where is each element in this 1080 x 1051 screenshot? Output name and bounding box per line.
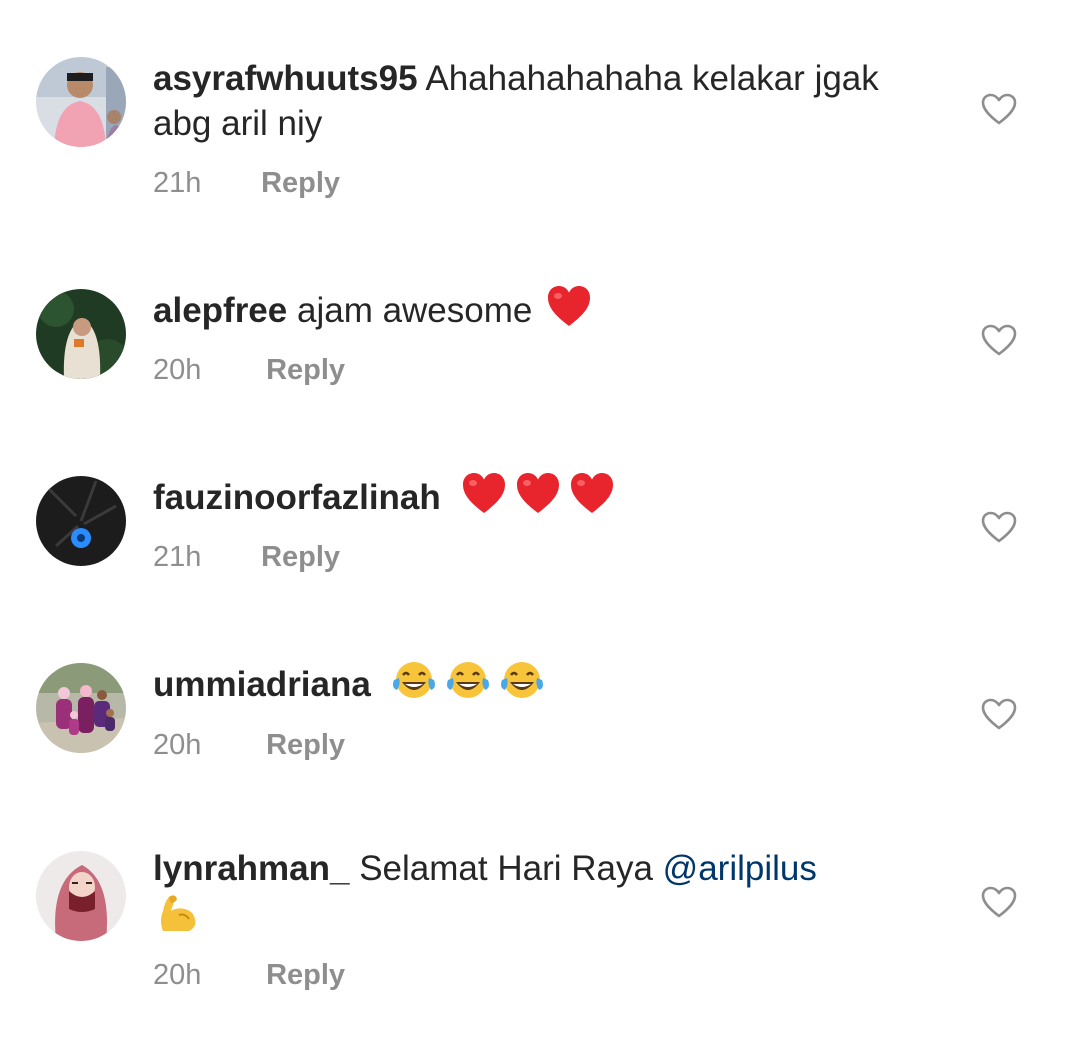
comment-text: ummiadriana <box>153 658 913 707</box>
tears-of-joy-emoji-icon <box>499 658 545 702</box>
comment-username[interactable]: asyrafwhuuts95 <box>153 59 418 98</box>
comment-time: 20h <box>153 729 202 761</box>
like-button[interactable] <box>981 324 1017 356</box>
comment-meta: 20h Reply <box>153 728 345 762</box>
avatar[interactable] <box>36 57 126 147</box>
like-button[interactable] <box>981 511 1017 543</box>
comment-text: asyrafwhuuts95 Ahahahahahaha kelakar jga… <box>153 56 913 146</box>
heart-outline-icon <box>981 93 1017 125</box>
comment-time: 21h <box>153 541 202 573</box>
comment-meta: 21h Reply <box>153 540 340 574</box>
comment-username[interactable]: ummiadriana <box>153 665 371 704</box>
comment-text: fauzinoorfazlinah <box>153 471 913 520</box>
heart-outline-icon <box>981 698 1017 730</box>
red-heart-emoji-icon <box>461 471 507 515</box>
reply-button[interactable]: Reply <box>266 354 345 386</box>
avatar[interactable] <box>36 476 126 566</box>
comment-time: 20h <box>153 354 202 386</box>
reply-button[interactable]: Reply <box>266 729 345 761</box>
reply-button[interactable]: Reply <box>261 167 340 199</box>
comment-text: lynrahman_ Selamat Hari Raya @arilpilus <box>153 846 913 940</box>
comment-username[interactable]: fauzinoorfazlinah <box>153 478 441 517</box>
avatar-photo-icon <box>36 663 126 753</box>
comment-text: alepfree ajam awesome <box>153 284 913 333</box>
tears-of-joy-emoji-icon <box>391 658 437 702</box>
mention-link[interactable]: @arilpilus <box>663 849 817 888</box>
flexed-biceps-emoji-icon <box>155 891 201 935</box>
reply-button[interactable]: Reply <box>266 959 345 991</box>
comment-message: Selamat Hari Raya <box>359 849 653 888</box>
red-heart-emoji-icon <box>569 471 615 515</box>
reply-button[interactable]: Reply <box>261 541 340 573</box>
like-button[interactable] <box>981 93 1017 125</box>
comment-meta: 20h Reply <box>153 353 345 387</box>
comment-meta: 21h Reply <box>153 166 340 200</box>
like-button[interactable] <box>981 886 1017 918</box>
avatar-photo-icon <box>36 476 126 566</box>
heart-outline-icon <box>981 324 1017 356</box>
tears-of-joy-emoji-icon <box>445 658 491 702</box>
heart-outline-icon <box>981 511 1017 543</box>
comment-time: 20h <box>153 959 202 991</box>
comment-username[interactable]: lynrahman_ <box>153 849 349 888</box>
comment-time: 21h <box>153 167 202 199</box>
avatar[interactable] <box>36 289 126 379</box>
avatar-photo-icon <box>36 289 126 379</box>
avatar[interactable] <box>36 851 126 941</box>
avatar[interactable] <box>36 663 126 753</box>
comment-message: ajam awesome <box>296 291 533 330</box>
avatar-photo-icon <box>36 57 126 147</box>
heart-outline-icon <box>981 886 1017 918</box>
comment-meta: 20h Reply <box>153 958 345 992</box>
red-heart-emoji-icon <box>515 471 561 515</box>
avatar-photo-icon <box>36 851 126 941</box>
like-button[interactable] <box>981 698 1017 730</box>
comment-username[interactable]: alepfree <box>153 291 287 330</box>
red-heart-emoji-icon <box>546 284 592 328</box>
